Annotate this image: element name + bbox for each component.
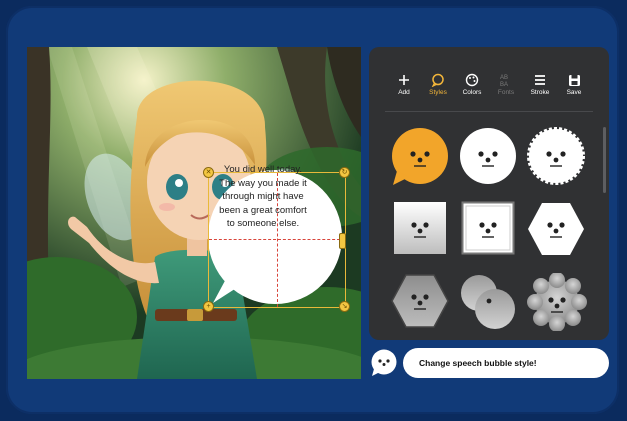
styles-label: Styles xyxy=(429,89,447,96)
style-option-double-circle-gray[interactable] xyxy=(459,273,519,333)
instruction-message: Change speech bubble style! xyxy=(403,348,609,378)
font-icon: AB BA xyxy=(490,71,522,89)
speech-bubble-text[interactable]: You did well today. The way you made it … xyxy=(206,163,320,231)
fonts-label: Fonts xyxy=(497,89,515,96)
style-option-hexagon-white[interactable] xyxy=(527,201,587,261)
svg-text:BA: BA xyxy=(500,82,508,87)
plus-icon xyxy=(388,71,420,89)
stroke-button[interactable]: Stroke xyxy=(524,71,556,101)
save-label: Save xyxy=(566,89,582,96)
fonts-button[interactable]: AB BA Fonts xyxy=(490,71,522,101)
bubble-line: through might have xyxy=(222,191,304,202)
colors-label: Colors xyxy=(462,89,482,96)
assistant-avatar xyxy=(370,349,398,377)
bubble-line: been a great comfort xyxy=(219,204,307,216)
palette-icon xyxy=(456,71,488,89)
style-option-flower-gray[interactable] xyxy=(527,273,587,333)
style-option-hexagon-gray[interactable] xyxy=(391,273,451,333)
speech-bubble-icon xyxy=(422,71,454,89)
style-option-square-bordered[interactable] xyxy=(461,201,521,261)
style-option-scalloped-white[interactable] xyxy=(525,127,585,187)
save-icon xyxy=(558,71,590,89)
bubble-style-grid xyxy=(389,127,587,333)
panel-toolbar: Add Styles Colors AB BA Fonts Stroke Sav… xyxy=(369,71,609,101)
style-option-square-gradient[interactable] xyxy=(393,201,453,261)
colors-button[interactable]: Colors xyxy=(456,71,488,101)
svg-text:AB: AB xyxy=(500,75,508,81)
bubble-line: The way you made it xyxy=(219,177,307,189)
horizontal-center-guide xyxy=(209,239,345,240)
save-button[interactable]: Save xyxy=(558,71,590,101)
style-option-round-white[interactable] xyxy=(457,127,517,187)
add-label: Add xyxy=(398,89,410,96)
toolbar-divider xyxy=(385,111,593,112)
resize-handle-icon[interactable]: ↘ xyxy=(339,301,350,312)
bubble-line: to someone else. xyxy=(226,218,300,229)
style-grid-scrollbar[interactable] xyxy=(603,127,606,193)
stroke-label: Stroke xyxy=(530,89,550,96)
style-panel: Add Styles Colors AB BA Fonts Stroke Sav… xyxy=(369,47,609,340)
style-option-round-orange[interactable] xyxy=(389,127,449,187)
styles-button[interactable]: Styles xyxy=(422,71,454,101)
rotate-handle-icon[interactable]: ↻ xyxy=(339,167,350,178)
side-resize-handle[interactable] xyxy=(339,233,346,249)
add-button[interactable]: Add xyxy=(388,71,420,101)
bubble-line: You did well today. xyxy=(223,164,303,175)
tail-handle-icon[interactable]: + xyxy=(203,301,214,312)
stroke-lines-icon xyxy=(524,71,556,89)
